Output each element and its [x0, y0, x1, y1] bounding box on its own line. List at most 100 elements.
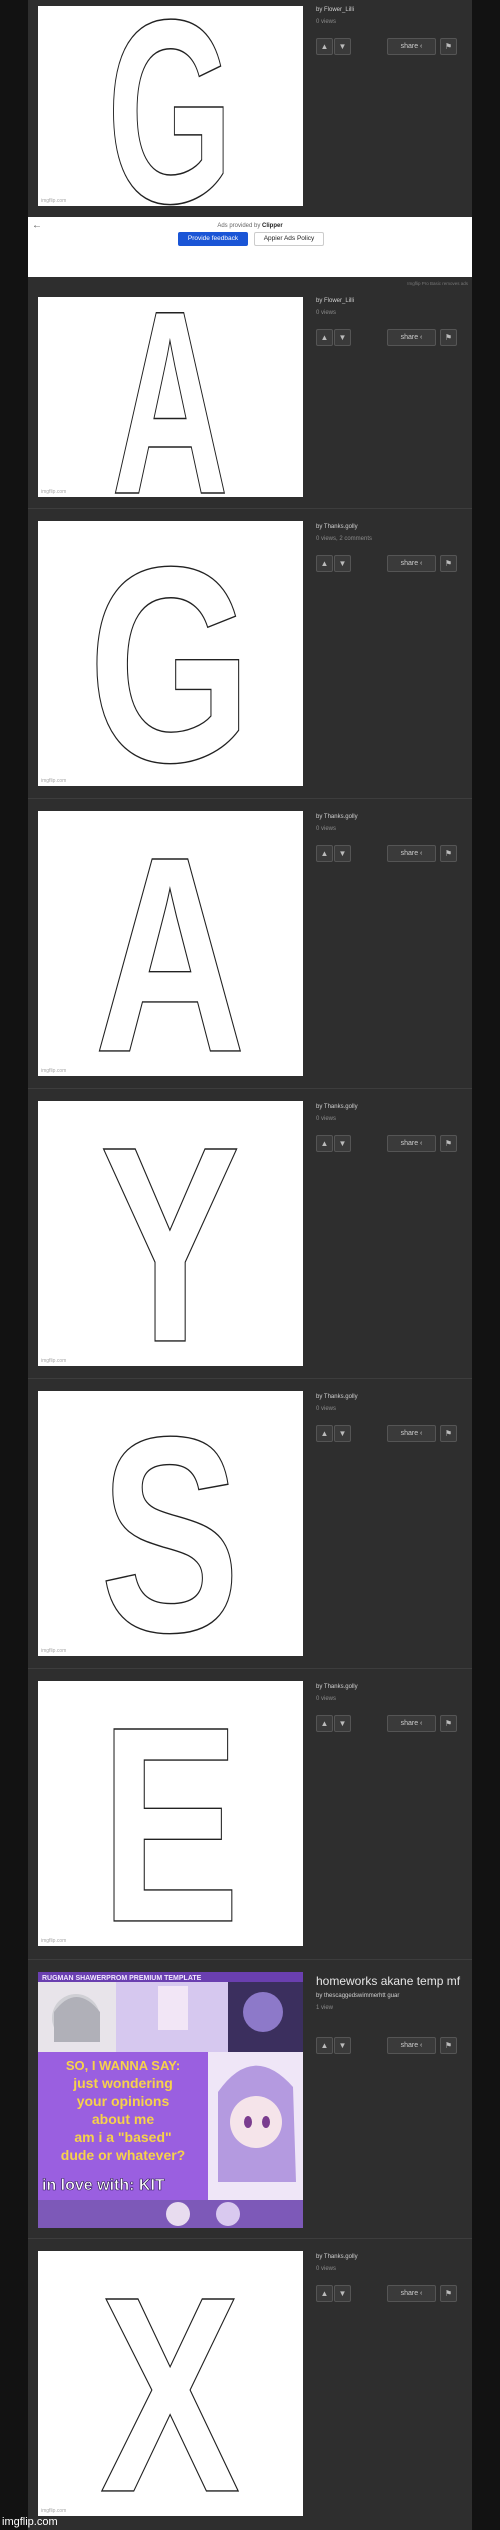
post-author[interactable]: Flower_Lilli [324, 298, 354, 304]
post-card: A imgflip.com by Thanks.golly 0 views ▲ … [28, 799, 472, 1089]
post-actions: ▲ ▼ share ‹ ⚑ [316, 1135, 466, 1152]
upvote-button[interactable]: ▲ [316, 1715, 333, 1732]
flag-button[interactable]: ⚑ [440, 1715, 457, 1732]
post-meta: by Thanks.golly 0 views, 2 comments ▲ ▼ … [316, 523, 466, 572]
post-image[interactable]: RUGMAN SHAWERPROM PREMIUM TEMPLATE SO, I… [38, 1972, 303, 2228]
post-stats: 0 views, 2 comments [316, 536, 373, 542]
post-author[interactable]: Thanks.golly [324, 524, 358, 530]
share-button[interactable]: share ‹ [387, 1425, 436, 1442]
post-author[interactable]: Flower_Lilli [324, 7, 354, 13]
post-author[interactable]: Thanks.golly [324, 1684, 358, 1690]
upvote-button[interactable]: ▲ [316, 38, 333, 55]
downvote-button[interactable]: ▼ [334, 845, 351, 862]
provide-feedback-button[interactable]: Provide feedback [178, 232, 248, 246]
flag-button[interactable]: ⚑ [440, 329, 457, 346]
share-button[interactable]: share ‹ [387, 2037, 436, 2054]
post-author[interactable]: Thanks.golly [324, 2254, 358, 2260]
downvote-button[interactable]: ▼ [334, 329, 351, 346]
imgflip-watermark: imgflip.com [2, 2516, 58, 2528]
post-title[interactable]: homeworks akane temp mf [316, 1974, 466, 1989]
post-actions: ▲ ▼ share ‹ ⚑ [316, 1715, 466, 1732]
post-image[interactable]: G imgflip.com [38, 6, 303, 206]
letter-glyph: Y [100, 1101, 240, 1366]
post-author[interactable]: thescaggedswimmerhtt guar [324, 1993, 399, 1999]
flag-button[interactable]: ⚑ [440, 1425, 457, 1442]
upvote-button[interactable]: ▲ [316, 1135, 333, 1152]
letter-glyph: S [100, 1391, 240, 1656]
post-meta: homeworks akane temp mf by thescaggedswi… [316, 1974, 466, 2054]
downvote-button[interactable]: ▼ [334, 2285, 351, 2302]
post-stats: 0 views [316, 1116, 337, 1122]
post-actions: ▲ ▼ share ‹ ⚑ [316, 845, 466, 862]
upvote-button[interactable]: ▲ [316, 555, 333, 572]
meme-header: RUGMAN SHAWERPROM PREMIUM TEMPLATE [42, 1975, 202, 1982]
letter-glyph: X [100, 2251, 240, 2516]
post-stats: 0 views [316, 310, 337, 316]
watermark: imgflip.com [41, 1068, 67, 1074]
downvote-button[interactable]: ▼ [334, 1425, 351, 1442]
watermark: imgflip.com [41, 1938, 67, 1944]
post-meta: by Thanks.golly 0 views ▲ ▼ share ‹ ⚑ [316, 2253, 466, 2302]
share-button[interactable]: share ‹ [387, 555, 436, 572]
ads-policy-button[interactable]: Appier Ads Policy [254, 232, 324, 246]
post-card: A imgflip.com by Flower_Lilli 0 views ▲ … [28, 291, 472, 509]
meme-line: am i a "based" [74, 2129, 171, 2145]
post-meta: by Thanks.golly 0 views ▲ ▼ share ‹ ⚑ [316, 1103, 466, 1152]
post-card: G imgflip.com by Thanks.golly 0 views, 2… [28, 509, 472, 799]
post-author[interactable]: Thanks.golly [324, 1104, 358, 1110]
upvote-button[interactable]: ▲ [316, 1425, 333, 1442]
downvote-button[interactable]: ▼ [334, 38, 351, 55]
flag-button[interactable]: ⚑ [440, 1135, 457, 1152]
upvote-button[interactable]: ▲ [316, 329, 333, 346]
post-actions: ▲ ▼ share ‹ ⚑ [316, 38, 466, 55]
share-button[interactable]: share ‹ [387, 845, 436, 862]
post-image[interactable]: A imgflip.com [38, 811, 303, 1076]
share-button[interactable]: share ‹ [387, 2285, 436, 2302]
downvote-button[interactable]: ▼ [334, 2037, 351, 2054]
post-image[interactable]: Y imgflip.com [38, 1101, 303, 1366]
ad-footer-note[interactable]: Imgflip Pro Basic removes ads [36, 281, 468, 286]
share-button[interactable]: share ‹ [387, 1715, 436, 1732]
post-card: X imgflip.com by Thanks.golly 0 views ▲ … [28, 2239, 472, 2530]
post-meta: by Thanks.golly 0 views ▲ ▼ share ‹ ⚑ [316, 1393, 466, 1442]
post-author[interactable]: Thanks.golly [324, 1394, 358, 1400]
post-image[interactable]: E imgflip.com [38, 1681, 303, 1946]
post-image[interactable]: S imgflip.com [38, 1391, 303, 1656]
watermark: imgflip.com [41, 778, 67, 784]
post-author[interactable]: Thanks.golly [324, 814, 358, 820]
meme-line: about me [92, 2111, 154, 2127]
post-image[interactable]: A imgflip.com [38, 297, 303, 497]
downvote-button[interactable]: ▼ [334, 1135, 351, 1152]
post-actions: ▲ ▼ share ‹ ⚑ [316, 2285, 466, 2302]
meme-line: dude or whatever? [61, 2147, 185, 2163]
flag-button[interactable]: ⚑ [440, 555, 457, 572]
flag-button[interactable]: ⚑ [440, 845, 457, 862]
flag-button[interactable]: ⚑ [440, 2285, 457, 2302]
share-button[interactable]: share ‹ [387, 1135, 436, 1152]
downvote-button[interactable]: ▼ [334, 555, 351, 572]
flag-button[interactable]: ⚑ [440, 2037, 457, 2054]
upvote-button[interactable]: ▲ [316, 2037, 333, 2054]
watermark: imgflip.com [41, 1358, 67, 1364]
share-button[interactable]: share ‹ [387, 329, 436, 346]
share-button[interactable]: share ‹ [387, 38, 436, 55]
meme-bottom: in love with: KIT [42, 2177, 165, 2194]
watermark: imgflip.com [41, 2508, 67, 2514]
post-image[interactable]: X imgflip.com [38, 2251, 303, 2516]
downvote-button[interactable]: ▼ [334, 1715, 351, 1732]
letter-glyph: G [107, 6, 233, 206]
by-label: by [316, 1993, 323, 1999]
feed-column: G imgflip.com by Flower_Lilli 0 views ▲ … [28, 0, 472, 2530]
by-label: by [316, 814, 323, 820]
by-label: by [316, 1104, 323, 1110]
by-label: by [316, 7, 323, 13]
upvote-button[interactable]: ▲ [316, 2285, 333, 2302]
flag-button[interactable]: ⚑ [440, 38, 457, 55]
post-stats: 0 views [316, 19, 337, 25]
post-image[interactable]: G imgflip.com [38, 521, 303, 786]
post-meta: by Thanks.golly 0 views ▲ ▼ share ‹ ⚑ [316, 1683, 466, 1732]
letter-glyph: E [100, 1681, 240, 1946]
letter-glyph: A [111, 297, 228, 497]
post-stats: 0 views [316, 826, 337, 832]
upvote-button[interactable]: ▲ [316, 845, 333, 862]
